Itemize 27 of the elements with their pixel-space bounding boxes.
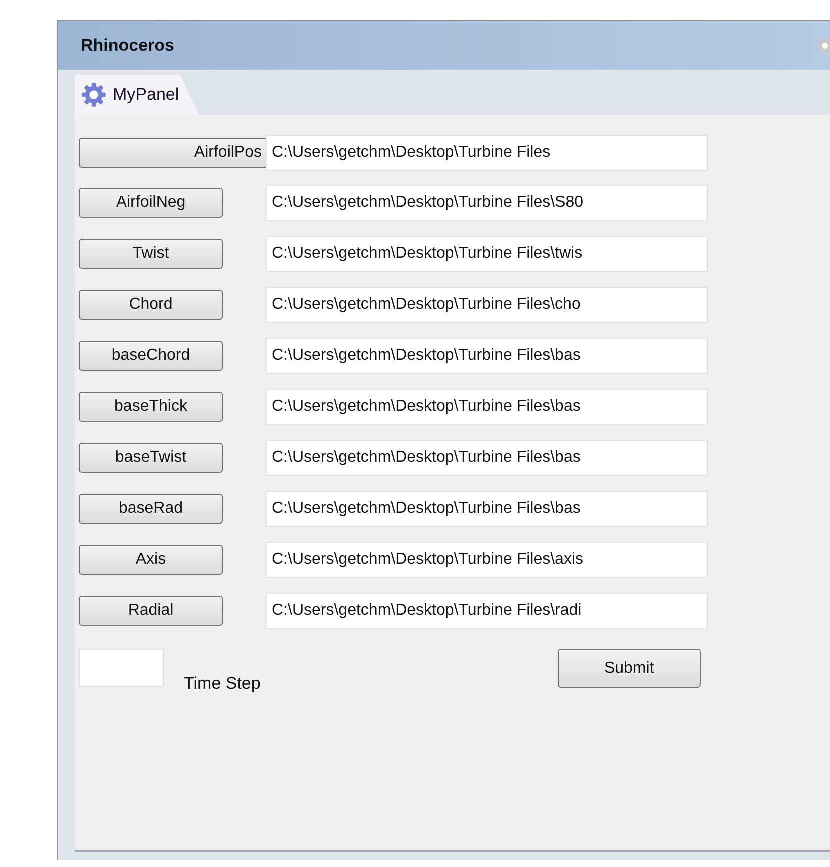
path-field[interactable]: C:\Users\getchm\Desktop\Turbine Files\cho — [266, 287, 708, 323]
file-button[interactable]: Twist — [79, 239, 223, 269]
path-field[interactable]: C:\Users\getchm\Desktop\Turbine Files\axis — [266, 542, 708, 578]
path-field[interactable]: C:\Users\getchm\Desktop\Turbine Files — [266, 135, 708, 171]
file-button[interactable]: baseRad — [79, 494, 223, 524]
window-title: Rhinoceros — [81, 34, 175, 57]
path-field[interactable]: C:\Users\getchm\Desktop\Turbine Files\bas — [266, 338, 708, 374]
file-button[interactable]: baseTwist — [79, 443, 223, 473]
time-step-field[interactable] — [79, 649, 164, 687]
file-button[interactable]: baseThick — [79, 392, 223, 422]
submit-button[interactable]: Submit — [558, 649, 701, 688]
file-button[interactable]: AirfoilPos — [79, 138, 266, 168]
file-button[interactable]: Radial — [79, 596, 223, 626]
path-field[interactable]: C:\Users\getchm\Desktop\Turbine Files\bas — [266, 440, 708, 476]
file-button[interactable]: Axis — [79, 545, 223, 575]
path-field[interactable]: C:\Users\getchm\Desktop\Turbine Files\S80 — [266, 185, 708, 221]
panel-tab[interactable]: MyPanel — [75, 75, 200, 115]
settings-icon — [816, 36, 830, 54]
file-button[interactable]: Chord — [79, 290, 223, 320]
file-button[interactable]: baseChord — [79, 341, 223, 371]
gear-icon — [81, 82, 107, 108]
path-field[interactable]: C:\Users\getchm\Desktop\Turbine Files\bas — [266, 389, 708, 425]
path-field[interactable]: C:\Users\getchm\Desktop\Turbine Files\radi — [266, 593, 708, 629]
file-button[interactable]: AirfoilNeg — [79, 188, 223, 218]
time-step-label: Time Step — [184, 673, 261, 695]
path-field[interactable]: C:\Users\getchm\Desktop\Turbine Files\twis — [266, 236, 708, 272]
path-field[interactable]: C:\Users\getchm\Desktop\Turbine Files\bas — [266, 491, 708, 527]
